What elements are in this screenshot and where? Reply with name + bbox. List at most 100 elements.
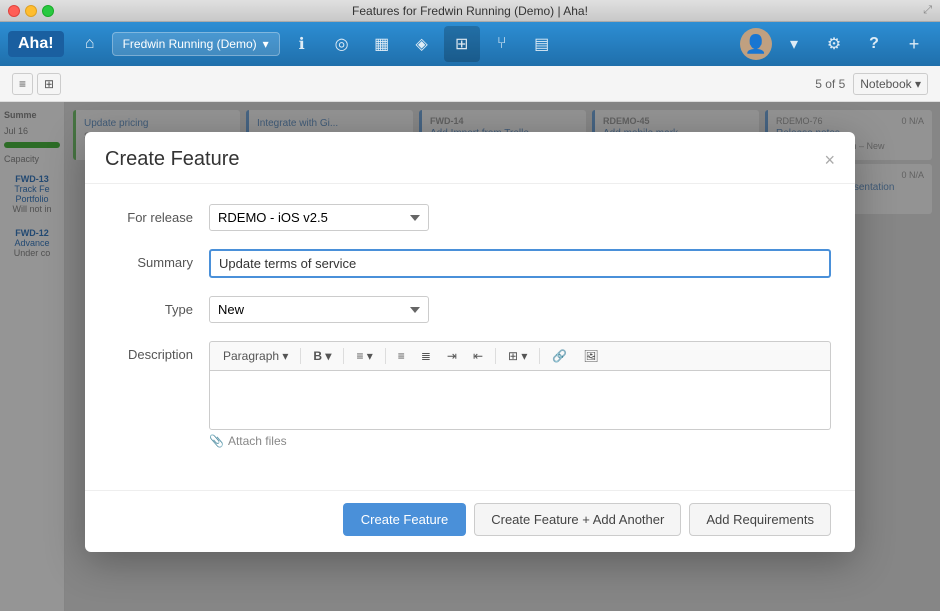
target-icon: ◎ — [335, 34, 349, 54]
main-content: Summe Jul 16 Capacity FWD-13 Track Fe Po… — [0, 102, 940, 611]
toolbar-separator — [385, 348, 386, 364]
description-area[interactable] — [209, 370, 831, 430]
ul-icon: ≡ — [398, 349, 405, 363]
grid-icon: ⊞ — [455, 34, 468, 54]
home-icon: ⌂ — [85, 35, 95, 53]
project-dropdown[interactable]: Fredwin Running (Demo) ▾ — [112, 32, 280, 56]
title-bar: Features for Fredwin Running (Demo) | Ah… — [0, 0, 940, 22]
summary-input[interactable] — [209, 249, 831, 278]
type-label: Type — [109, 296, 209, 317]
link-icon: 🔗 — [552, 349, 567, 363]
plus-icon: + — [909, 34, 920, 55]
create-feature-modal: Create Feature × For release RDEMO - iOS… — [85, 132, 855, 552]
modal-footer: Create Feature Create Feature + Add Anot… — [85, 490, 855, 552]
window-controls — [8, 5, 54, 17]
paperclip-icon: 📎 — [209, 434, 224, 448]
window-title: Features for Fredwin Running (Demo) | Ah… — [352, 4, 588, 18]
table-icon: ⊞ ▾ — [508, 349, 527, 363]
release-row: For release RDEMO - iOS v2.5 RDEMO - iOS… — [109, 204, 831, 231]
calendar-icon: ▦ — [374, 34, 389, 54]
outdent-btn[interactable]: ⇤ — [466, 346, 490, 366]
branch-icon: ⑂ — [497, 35, 507, 53]
features-nav-btn[interactable]: ⊞ — [444, 26, 480, 62]
ol-icon: ≣ — [421, 349, 431, 363]
home-nav-btn[interactable]: ⌂ — [72, 26, 108, 62]
chevron-down-icon: ▾ — [263, 37, 269, 51]
paragraph-btn[interactable]: Paragraph ▾ — [216, 346, 295, 366]
nav-dropdown-arrow[interactable]: ▾ — [776, 26, 812, 62]
create-feature-btn[interactable]: Create Feature — [343, 503, 466, 536]
summary-label: Summary — [109, 249, 209, 270]
image-icon: 🖼 — [583, 349, 598, 363]
gear-icon: ⚙ — [827, 34, 841, 54]
avatar-image: 👤 — [745, 34, 767, 55]
settings-nav-btn[interactable]: ⚙ — [816, 26, 852, 62]
attach-files-link[interactable]: 📎 Attach files — [209, 434, 831, 448]
bold-btn[interactable]: B ▾ — [306, 346, 338, 366]
notebook-label: Notebook ▾ — [860, 77, 921, 91]
modal-close-btn[interactable]: × — [824, 151, 835, 169]
close-window-btn[interactable] — [8, 5, 20, 17]
summary-row: Summary — [109, 249, 831, 278]
chevron-down-icon: ▾ — [790, 34, 798, 54]
target-nav-btn[interactable]: ◎ — [324, 26, 360, 62]
pagination: 5 of 5 — [815, 77, 845, 91]
bold-label: B ▾ — [313, 349, 331, 363]
attach-label: Attach files — [228, 434, 287, 448]
notebook-btn[interactable]: Notebook ▾ — [853, 73, 928, 95]
indent-btn[interactable]: ⇥ — [440, 346, 464, 366]
sub-navigation: ≡ ⊞ 5 of 5 Notebook ▾ — [0, 66, 940, 102]
description-toolbar: Paragraph ▾ B ▾ ≡ ▾ — [209, 341, 831, 370]
help-nav-btn[interactable]: ? — [856, 26, 892, 62]
calendar-nav-btn[interactable]: ▦ — [364, 26, 400, 62]
list-icon: ≡ — [19, 77, 26, 91]
app-logo[interactable]: Aha! — [8, 31, 64, 57]
toolbar-separator — [539, 348, 540, 364]
create-feature-add-another-btn[interactable]: Create Feature + Add Another — [474, 503, 681, 536]
outdent-icon: ⇤ — [473, 349, 483, 363]
user-avatar[interactable]: 👤 — [740, 28, 772, 60]
image-btn[interactable]: 🖼 — [576, 346, 605, 366]
modal-body: For release RDEMO - iOS v2.5 RDEMO - iOS… — [85, 184, 855, 486]
release-label: For release — [109, 204, 209, 225]
releases-nav-btn[interactable]: ⑂ — [484, 26, 520, 62]
description-row: Description Paragraph ▾ B ▾ — [109, 341, 831, 448]
type-select[interactable]: New Enhancement Bug Research — [209, 296, 429, 323]
toolbar-separator — [300, 348, 301, 364]
modal-overlay: Create Feature × For release RDEMO - iOS… — [0, 102, 940, 611]
maximize-window-btn[interactable] — [42, 5, 54, 17]
minimize-window-btn[interactable] — [25, 5, 37, 17]
grid-view-icon: ⊞ — [44, 77, 54, 91]
list-view-btn[interactable]: ≡ — [12, 73, 33, 95]
paragraph-label: Paragraph ▾ — [223, 349, 288, 363]
notes-icon: ▤ — [534, 34, 549, 54]
modal-title: Create Feature — [105, 148, 240, 171]
grid-view-btn[interactable]: ⊞ — [37, 73, 61, 95]
lightbulb-icon: ◈ — [416, 34, 428, 54]
unordered-list-btn[interactable]: ≡ — [391, 346, 412, 366]
ideas-nav-btn[interactable]: ◈ — [404, 26, 440, 62]
release-select[interactable]: RDEMO - iOS v2.5 RDEMO - iOS v3.0 FWD - … — [209, 204, 429, 231]
table-btn[interactable]: ⊞ ▾ — [501, 346, 534, 366]
expand-icon: ⤢ — [923, 4, 932, 17]
add-requirements-btn[interactable]: Add Requirements — [689, 503, 831, 536]
question-icon: ? — [869, 35, 879, 53]
link-btn[interactable]: 🔗 — [545, 346, 574, 366]
modal-header: Create Feature × — [85, 132, 855, 184]
summary-control — [209, 249, 831, 278]
sub-nav-right: 5 of 5 Notebook ▾ — [815, 73, 928, 95]
indent-icon: ⇥ — [447, 349, 457, 363]
toolbar-separator — [343, 348, 344, 364]
info-icon: ℹ — [299, 34, 305, 54]
notes-nav-btn[interactable]: ▤ — [524, 26, 560, 62]
toolbar-separator — [495, 348, 496, 364]
project-name: Fredwin Running (Demo) — [123, 37, 257, 51]
type-control: New Enhancement Bug Research — [209, 296, 831, 323]
top-navigation: Aha! ⌂ Fredwin Running (Demo) ▾ ℹ ◎ ▦ ◈ … — [0, 22, 940, 66]
add-nav-btn[interactable]: + — [896, 26, 932, 62]
align-btn[interactable]: ≡ ▾ — [349, 346, 379, 366]
release-control: RDEMO - iOS v2.5 RDEMO - iOS v3.0 FWD - … — [209, 204, 831, 231]
description-label: Description — [109, 341, 209, 362]
ordered-list-btn[interactable]: ≣ — [414, 346, 438, 366]
info-nav-btn[interactable]: ℹ — [284, 26, 320, 62]
